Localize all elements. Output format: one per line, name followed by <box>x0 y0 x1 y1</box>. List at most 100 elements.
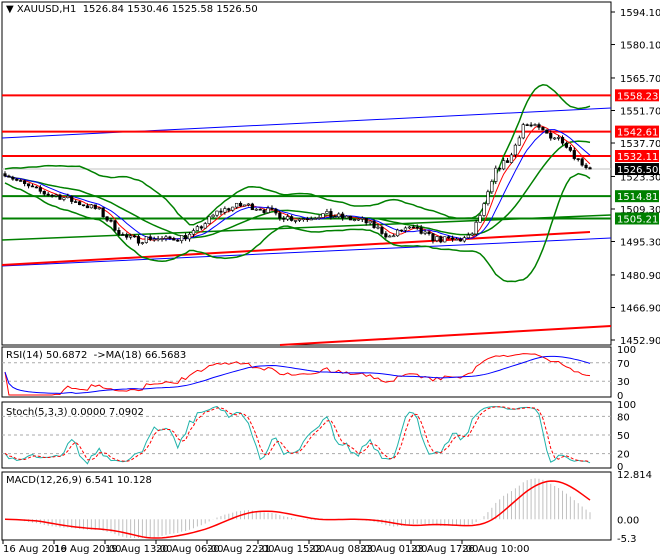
candle <box>537 124 541 128</box>
candle <box>132 235 137 238</box>
candle <box>384 233 388 238</box>
candle <box>15 178 19 181</box>
candle <box>494 167 498 182</box>
candle <box>30 185 35 188</box>
candle <box>77 201 82 206</box>
candle <box>329 211 333 218</box>
stoch-title: Stoch(5,3,3) 0.0000 7.0902 <box>6 407 144 418</box>
chart-window[interactable]: 1594.10 1580.10 1565.70 1551.70 1537.70 1523.… <box>0 0 660 560</box>
candle <box>231 206 235 211</box>
candle <box>490 181 494 193</box>
macd-tick-label: 12.814 <box>617 470 652 481</box>
candle <box>262 209 266 213</box>
candle <box>364 218 368 224</box>
current-price-label: 1526.50 <box>617 165 658 176</box>
time-label: 26 Aug 10:00 <box>462 544 529 555</box>
candle <box>396 229 400 237</box>
low-value: 1525.58 <box>171 4 214 15</box>
candle <box>466 234 470 239</box>
candle <box>246 203 251 206</box>
candle <box>70 195 74 202</box>
level-label: 1558.23 <box>617 91 658 102</box>
level-label: 1505.21 <box>617 214 658 225</box>
candle <box>227 208 231 211</box>
candle <box>482 203 486 216</box>
candle <box>556 137 561 139</box>
candle <box>388 235 392 238</box>
macd-title: MACD(12,26,9) 6.541 10.128 <box>6 475 152 486</box>
high-value: 1530.46 <box>127 4 169 15</box>
candle <box>38 187 42 192</box>
candle <box>156 238 160 241</box>
open-value: 1526.84 <box>82 4 125 15</box>
candle <box>93 204 97 209</box>
candle <box>85 205 90 209</box>
candle <box>541 127 545 131</box>
candle <box>250 203 254 211</box>
candle <box>450 237 455 240</box>
candle <box>50 194 54 197</box>
price-tick-label: 1594.10 <box>620 8 660 19</box>
candle <box>195 226 199 231</box>
candle <box>274 208 278 214</box>
candle <box>553 137 557 140</box>
candle <box>474 221 478 235</box>
candle <box>317 217 321 219</box>
rsi-title: RSI(14) 50.6872 ->MA(18) 66.5683 <box>6 350 187 361</box>
candle <box>219 210 223 213</box>
price-tick-label: 1480.90 <box>620 271 660 282</box>
candle <box>509 154 514 163</box>
candle <box>301 218 305 220</box>
candle <box>423 231 427 234</box>
candle <box>356 218 360 221</box>
candle <box>568 147 572 151</box>
candle <box>458 238 463 242</box>
candle <box>23 180 27 184</box>
candle <box>486 191 490 205</box>
candle <box>297 218 302 221</box>
candle <box>529 124 533 127</box>
candle <box>109 220 113 222</box>
candle <box>282 218 286 220</box>
candle <box>443 236 447 243</box>
candle <box>54 194 58 197</box>
candle <box>46 193 50 196</box>
candle <box>580 158 584 166</box>
candle <box>258 208 262 211</box>
candle <box>447 236 451 239</box>
macd-tick-label: -5.3 <box>617 534 637 545</box>
candle <box>26 183 31 187</box>
candle <box>223 208 227 213</box>
price-tick-label: 1537.70 <box>620 139 660 150</box>
candle <box>101 207 105 218</box>
price-tick-label: 1580.10 <box>620 41 660 52</box>
candle <box>513 144 518 156</box>
candle <box>352 219 357 221</box>
candle <box>368 220 372 224</box>
candle <box>572 150 576 159</box>
candle <box>325 211 329 214</box>
candle <box>403 227 408 231</box>
candle <box>168 236 172 239</box>
candle <box>305 218 309 220</box>
stoch-tick-label: 20 <box>617 450 630 461</box>
candle <box>117 230 121 235</box>
candle <box>427 231 431 234</box>
candle <box>125 234 129 238</box>
symbol-label: XAUUSD,H1 <box>16 4 77 15</box>
candle <box>160 238 164 240</box>
candle <box>545 129 549 134</box>
candle <box>176 239 180 242</box>
candle <box>549 133 553 139</box>
dropdown-triangle-icon[interactable]: ▼ <box>6 4 17 15</box>
level-label: 1532.11 <box>617 152 658 163</box>
candle <box>341 213 345 219</box>
candle <box>58 194 62 200</box>
candle <box>97 207 101 210</box>
candle <box>333 216 337 219</box>
candle <box>431 233 435 241</box>
candle <box>576 158 580 160</box>
candle <box>380 226 384 234</box>
candle <box>180 235 184 241</box>
candle <box>66 195 70 198</box>
